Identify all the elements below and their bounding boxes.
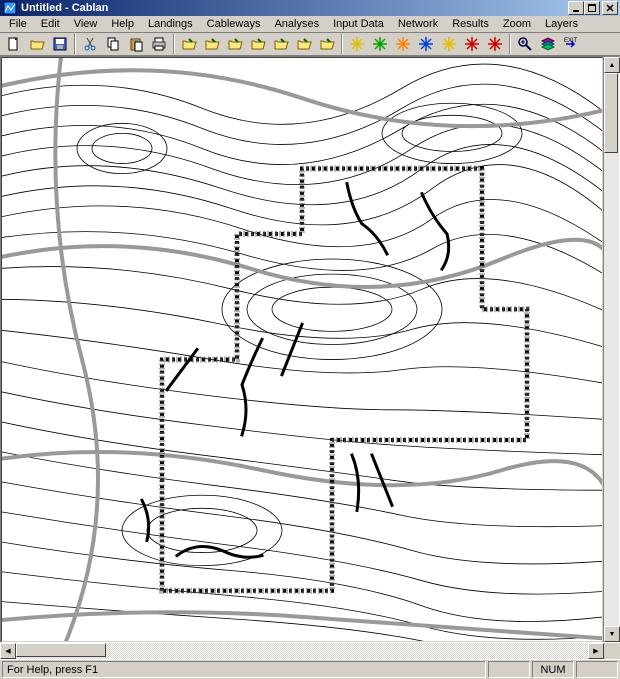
scroll-right-button[interactable]: ▶: [588, 643, 604, 659]
maximize-button[interactable]: [584, 1, 600, 15]
copy-button[interactable]: [102, 34, 124, 54]
menu-layers[interactable]: Layers: [538, 16, 585, 32]
svg-text:EXIT: EXIT: [564, 38, 578, 44]
save-button[interactable]: [49, 34, 71, 54]
exit-button[interactable]: EXIT: [560, 34, 582, 54]
menu-input-data[interactable]: Input Data: [326, 16, 391, 32]
status-scrl: [576, 661, 618, 678]
tool-red2-button[interactable]: [484, 34, 506, 54]
folder-5-button[interactable]: [270, 34, 292, 54]
scroll-down-button[interactable]: ▼: [604, 626, 620, 642]
paste-button[interactable]: [125, 34, 147, 54]
workspace: ▲ ▼ ◀ ▶: [0, 56, 620, 659]
menu-network[interactable]: Network: [391, 16, 445, 32]
status-num: NUM: [532, 661, 574, 678]
menubar: File Edit View Help Landings Cableways A…: [0, 16, 620, 33]
status-help: For Help, press F1: [2, 661, 486, 678]
scroll-up-button[interactable]: ▲: [604, 57, 620, 73]
tool-green-button[interactable]: [369, 34, 391, 54]
scroll-left-button[interactable]: ◀: [0, 643, 16, 659]
menu-zoom[interactable]: Zoom: [496, 16, 538, 32]
folder-4-button[interactable]: [247, 34, 269, 54]
tool-blue-button[interactable]: [415, 34, 437, 54]
tool-yellow2-button[interactable]: [438, 34, 460, 54]
folder-7-button[interactable]: [316, 34, 338, 54]
minimize-button[interactable]: [568, 1, 584, 15]
tool-yellow-button[interactable]: [346, 34, 368, 54]
status-cap: [488, 661, 530, 678]
vscroll-thumb[interactable]: [604, 73, 618, 153]
window-title: Untitled - Cablan: [21, 2, 568, 14]
menu-results[interactable]: Results: [445, 16, 496, 32]
print-button[interactable]: [148, 34, 170, 54]
magnify-button[interactable]: [514, 34, 536, 54]
layers-button[interactable]: [537, 34, 559, 54]
menu-help[interactable]: Help: [104, 16, 141, 32]
app-icon: [2, 0, 18, 16]
statusbar: For Help, press F1 NUM: [0, 659, 620, 679]
tool-red-button[interactable]: [461, 34, 483, 54]
menu-analyses[interactable]: Analyses: [267, 16, 326, 32]
menu-cableways[interactable]: Cableways: [200, 16, 268, 32]
map-canvas[interactable]: [1, 57, 603, 642]
toolbar: EXIT: [0, 33, 620, 56]
folder-3-button[interactable]: [224, 34, 246, 54]
close-button[interactable]: [602, 1, 618, 15]
menu-file[interactable]: File: [2, 16, 34, 32]
folder-2-button[interactable]: [201, 34, 223, 54]
menu-view[interactable]: View: [67, 16, 105, 32]
horizontal-scrollbar[interactable]: ◀ ▶: [0, 643, 604, 659]
open-button[interactable]: [26, 34, 48, 54]
new-button[interactable]: [3, 34, 25, 54]
hscroll-thumb[interactable]: [16, 643, 106, 657]
menu-landings[interactable]: Landings: [141, 16, 200, 32]
tool-orange-button[interactable]: [392, 34, 414, 54]
folder-1-button[interactable]: [178, 34, 200, 54]
cut-button[interactable]: [79, 34, 101, 54]
folder-6-button[interactable]: [293, 34, 315, 54]
menu-edit[interactable]: Edit: [34, 16, 67, 32]
vertical-scrollbar[interactable]: ▲ ▼: [603, 57, 619, 642]
scroll-corner: [604, 643, 620, 659]
titlebar: Untitled - Cablan: [0, 0, 620, 16]
